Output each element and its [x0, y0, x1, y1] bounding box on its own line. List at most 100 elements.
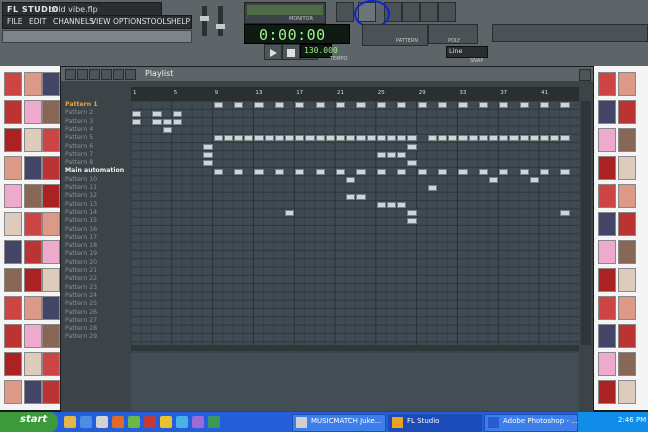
master-pitch-slider[interactable]	[216, 6, 225, 36]
pattern-block[interactable]	[438, 102, 448, 109]
pattern-block[interactable]	[274, 168, 284, 175]
pattern-name[interactable]: Pattern 7	[65, 151, 93, 158]
pattern-block[interactable]	[356, 168, 366, 175]
pattern-name[interactable]: Pattern 12	[65, 192, 97, 199]
pattern-name[interactable]: Pattern 19	[65, 250, 97, 257]
pattern-block[interactable]	[223, 135, 233, 142]
pattern-name[interactable]: Pattern 20	[65, 259, 97, 266]
snap-select[interactable]: Line	[446, 46, 488, 58]
menu-file[interactable]: FILE	[7, 17, 22, 26]
pattern-block[interactable]	[448, 135, 458, 142]
pattern-name[interactable]: Pattern 27	[65, 317, 97, 324]
pattern-name[interactable]: Pattern 11	[65, 184, 97, 191]
pattern-name[interactable]: Pattern 17	[65, 234, 97, 241]
playlist-menu-icon[interactable]	[65, 69, 76, 80]
pattern-block[interactable]	[427, 185, 437, 192]
pattern-block[interactable]	[203, 152, 213, 158]
select-tool-icon[interactable]	[113, 69, 124, 80]
delete-tool-icon[interactable]	[101, 69, 112, 80]
stop-button[interactable]	[282, 44, 300, 60]
pattern-block[interactable]	[162, 127, 172, 134]
pattern-block[interactable]	[132, 118, 142, 125]
pattern-block[interactable]	[519, 135, 529, 142]
pattern-block[interactable]	[254, 168, 264, 175]
pattern-block[interactable]	[172, 118, 182, 125]
pattern-block[interactable]	[458, 135, 468, 142]
pattern-block[interactable]	[458, 168, 468, 175]
pattern-block[interactable]	[417, 168, 427, 175]
pattern-block[interactable]	[560, 102, 570, 109]
quicklaunch-media-icon[interactable]	[112, 416, 124, 428]
menu-tools[interactable]: TOOLS	[146, 17, 171, 26]
pattern-block[interactable]	[336, 102, 346, 109]
pattern-block[interactable]	[387, 201, 397, 208]
pattern-block[interactable]	[346, 135, 356, 142]
pattern-block[interactable]	[356, 102, 366, 109]
pattern-block[interactable]	[305, 135, 315, 142]
playlist-titlebar[interactable]: Playlist	[61, 67, 593, 81]
pattern-block[interactable]	[458, 102, 468, 109]
timeline-ruler[interactable]: 1 5 9 13 17 21 25 29 33 37 41	[131, 87, 579, 101]
pattern-block[interactable]	[397, 152, 407, 158]
pattern-block[interactable]	[172, 110, 182, 117]
pattern-name[interactable]: Pattern 25	[65, 300, 97, 307]
pattern-block[interactable]	[295, 102, 305, 109]
menu-view[interactable]: VIEW	[91, 17, 111, 26]
pattern-block[interactable]	[213, 135, 223, 142]
pattern-name[interactable]: Pattern 22	[65, 275, 97, 282]
paint-tool-icon[interactable]	[89, 69, 100, 80]
menu-help[interactable]: HELP	[171, 17, 190, 26]
pattern-block[interactable]	[213, 102, 223, 109]
pattern-block[interactable]	[397, 168, 407, 175]
pattern-block[interactable]	[376, 102, 386, 109]
pattern-block[interactable]	[397, 102, 407, 109]
pattern-block[interactable]	[499, 102, 509, 109]
pattern-block[interactable]	[203, 160, 213, 167]
pattern-block[interactable]	[407, 210, 417, 217]
pattern-block[interactable]	[376, 135, 386, 142]
task-fl-studio[interactable]: FL Studio	[388, 414, 482, 432]
pattern-name[interactable]: Pattern 16	[65, 226, 97, 233]
pattern-block[interactable]	[376, 152, 386, 158]
pattern-name[interactable]: Pattern 6	[65, 143, 93, 150]
pattern-block[interactable]	[519, 102, 529, 109]
pattern-block[interactable]	[529, 176, 539, 183]
pattern-block[interactable]	[499, 168, 509, 175]
quicklaunch-player-icon[interactable]	[192, 416, 204, 428]
pattern-block[interactable]	[244, 135, 254, 142]
pattern-block[interactable]	[376, 201, 386, 208]
pattern-block[interactable]	[438, 135, 448, 142]
pattern-name[interactable]: Main automation	[65, 167, 124, 174]
pattern-name[interactable]: Pattern 26	[65, 309, 97, 316]
pattern-block[interactable]	[325, 135, 335, 142]
pattern-name[interactable]: Pattern 15	[65, 217, 97, 224]
pattern-block[interactable]	[407, 218, 417, 225]
pattern-block[interactable]	[407, 160, 417, 167]
pattern-block[interactable]	[285, 135, 295, 142]
pattern-block[interactable]	[407, 143, 417, 150]
pattern-block[interactable]	[478, 135, 488, 142]
pattern-block[interactable]	[560, 168, 570, 175]
pattern-block[interactable]	[315, 102, 325, 109]
pattern-block[interactable]	[468, 135, 478, 142]
pattern-block[interactable]	[376, 168, 386, 175]
pattern-block[interactable]	[315, 135, 325, 142]
pattern-name[interactable]: Pattern 8	[65, 159, 93, 166]
pattern-block[interactable]	[478, 102, 488, 109]
browser-icon[interactable]	[420, 2, 438, 22]
pattern-block[interactable]	[295, 135, 305, 142]
pattern-block[interactable]	[285, 210, 295, 217]
pattern-block[interactable]	[427, 135, 437, 142]
pattern-block[interactable]	[397, 201, 407, 208]
pattern-block[interactable]	[234, 135, 244, 142]
quicklaunch-app-icon[interactable]	[144, 416, 156, 428]
pattern-block[interactable]	[315, 168, 325, 175]
pattern-block[interactable]	[489, 135, 499, 142]
pattern-block[interactable]	[254, 102, 264, 109]
pattern-name[interactable]: Pattern 18	[65, 242, 97, 249]
pattern-block[interactable]	[417, 102, 427, 109]
pattern-block[interactable]	[264, 135, 274, 142]
play-button[interactable]	[264, 44, 282, 60]
horizontal-scrollbar[interactable]	[131, 345, 579, 351]
pattern-block[interactable]	[234, 102, 244, 109]
